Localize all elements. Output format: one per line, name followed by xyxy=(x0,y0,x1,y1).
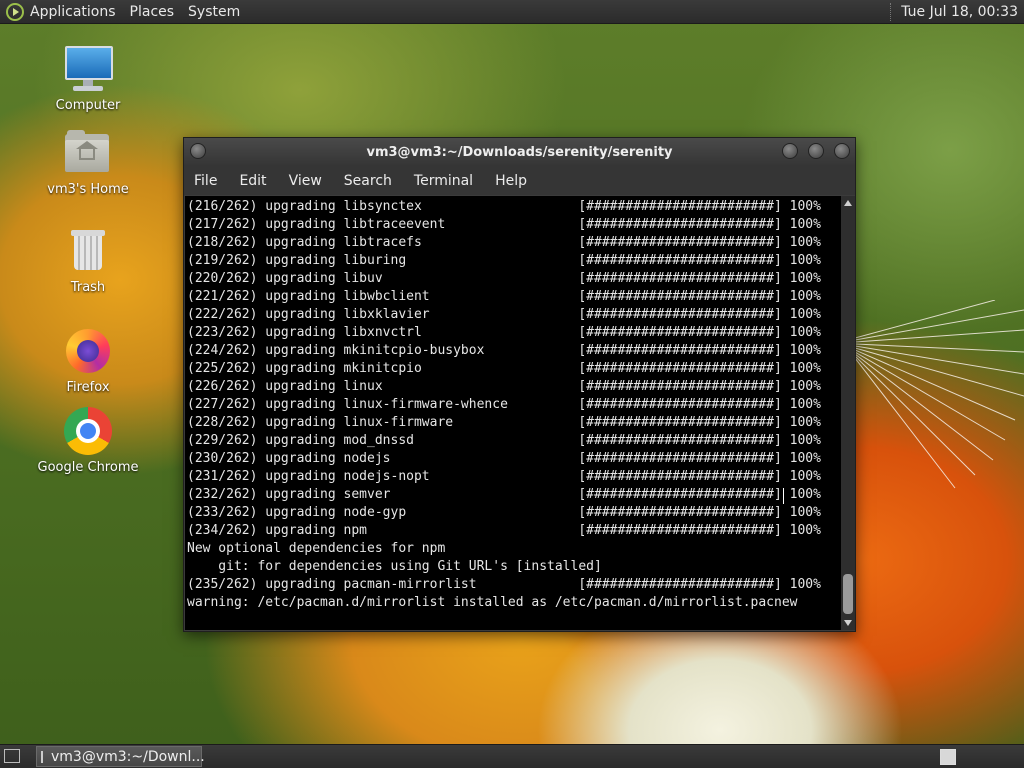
terminal-window[interactable]: vm3@vm3:~/Downloads/serenity/serenity Fi… xyxy=(183,137,856,632)
terminal-scrollbar[interactable] xyxy=(841,196,855,630)
desktop-icon-label: Google Chrome xyxy=(37,460,139,475)
terminal-line: (231/262) upgrading nodejs-nopt [#######… xyxy=(187,469,821,484)
workspace-switcher[interactable] xyxy=(940,749,956,765)
show-desktop-icon[interactable] xyxy=(4,749,20,763)
taskbar-task-label: vm3@vm3:~/Downl... xyxy=(51,748,205,765)
terminal-line: git: for dependencies using Git URL's [i… xyxy=(187,559,602,574)
menu-edit[interactable]: Edit xyxy=(239,173,266,189)
terminal-line: (223/262) upgrading libxnvctrl [########… xyxy=(187,325,821,340)
menu-system[interactable]: System xyxy=(188,4,240,20)
scroll-down-icon[interactable] xyxy=(844,620,852,626)
terminal-line: (229/262) upgrading mod_dnssd [#########… xyxy=(187,433,821,448)
home-folder-icon xyxy=(63,128,113,178)
terminal-output[interactable]: (216/262) upgrading libsynctex [########… xyxy=(185,196,841,630)
menu-help[interactable]: Help xyxy=(495,173,527,189)
chrome-icon xyxy=(63,406,113,456)
minimize-button[interactable] xyxy=(782,143,798,159)
terminal-line: (220/262) upgrading libuv [#############… xyxy=(187,271,821,286)
terminal-line: (232/262) upgrading semver [############… xyxy=(187,487,821,502)
terminal-line: (228/262) upgrading linux-firmware [####… xyxy=(187,415,821,430)
computer-icon xyxy=(63,44,113,94)
window-titlebar[interactable]: vm3@vm3:~/Downloads/serenity/serenity xyxy=(184,138,855,166)
desktop-icon-label: vm3's Home xyxy=(47,182,129,197)
desktop-icon-computer[interactable]: Computer xyxy=(33,44,143,113)
taskbar-terminal-button[interactable]: vm3@vm3:~/Downl... xyxy=(36,746,205,767)
terminal-line: (218/262) upgrading libtracefs [########… xyxy=(187,235,821,250)
wallpaper-dandelion-decoration xyxy=(855,300,1024,489)
terminal-line: (221/262) upgrading libwbclient [#######… xyxy=(187,289,821,304)
clock[interactable]: Tue Jul 18, 00:33 xyxy=(901,4,1018,20)
menu-terminal[interactable]: Terminal xyxy=(414,173,473,189)
desktop-icon-chrome[interactable]: Google Chrome xyxy=(33,406,143,475)
bottom-panel: vm3@vm3:~/Downl... xyxy=(0,744,1024,768)
terminal-line: (235/262) upgrading pacman-mirrorlist [#… xyxy=(187,577,821,592)
terminal-line: (224/262) upgrading mkinitcpio-busybox [… xyxy=(187,343,821,358)
terminal-line: New optional dependencies for npm xyxy=(187,541,446,556)
close-button[interactable] xyxy=(834,143,850,159)
trash-icon xyxy=(63,226,113,276)
terminal-line: warning: /etc/pacman.d/mirrorlist instal… xyxy=(187,595,798,610)
desktop-icon-home[interactable]: vm3's Home xyxy=(33,128,143,197)
desktop-icon-label: Firefox xyxy=(66,380,110,395)
terminal-menubar: File Edit View Search Terminal Help xyxy=(184,166,855,195)
main-menu-logo-icon[interactable] xyxy=(6,2,24,21)
terminal-line: (222/262) upgrading libxklavier [#######… xyxy=(187,307,821,322)
terminal-icon xyxy=(41,750,43,763)
desktop-icon-trash[interactable]: Trash xyxy=(33,226,143,295)
terminal-line: (216/262) upgrading libsynctex [########… xyxy=(187,199,821,214)
terminal-line: (227/262) upgrading linux-firmware-whenc… xyxy=(187,397,821,412)
terminal-line: (217/262) upgrading libtraceevent [#####… xyxy=(187,217,821,232)
terminal-line: (233/262) upgrading node-gyp [##########… xyxy=(187,505,821,520)
menu-file[interactable]: File xyxy=(194,173,217,189)
desktop-icon-label: Trash xyxy=(70,280,106,295)
terminal-line: (225/262) upgrading mkinitcpio [########… xyxy=(187,361,821,376)
terminal-line: (230/262) upgrading nodejs [############… xyxy=(187,451,821,466)
panel-separator xyxy=(890,2,893,21)
menu-places[interactable]: Places xyxy=(130,4,175,20)
terminal-line: (234/262) upgrading npm [###############… xyxy=(187,523,821,538)
desktop-icon-label: Computer xyxy=(55,98,121,113)
menu-applications[interactable]: Applications xyxy=(30,4,116,20)
desktop-icon-firefox[interactable]: Firefox xyxy=(33,326,143,395)
scrollbar-thumb[interactable] xyxy=(843,574,853,614)
menu-view[interactable]: View xyxy=(289,173,322,189)
menu-search[interactable]: Search xyxy=(344,173,392,189)
top-panel: Applications Places System Tue Jul 18, 0… xyxy=(0,0,1024,24)
text-cursor-ibeam xyxy=(783,488,784,504)
terminal-line: (226/262) upgrading linux [#############… xyxy=(187,379,821,394)
window-title: vm3@vm3:~/Downloads/serenity/serenity xyxy=(366,145,673,160)
firefox-icon xyxy=(63,326,113,376)
scroll-up-icon[interactable] xyxy=(844,200,852,206)
terminal-line: (219/262) upgrading liburing [##########… xyxy=(187,253,821,268)
maximize-button[interactable] xyxy=(808,143,824,159)
